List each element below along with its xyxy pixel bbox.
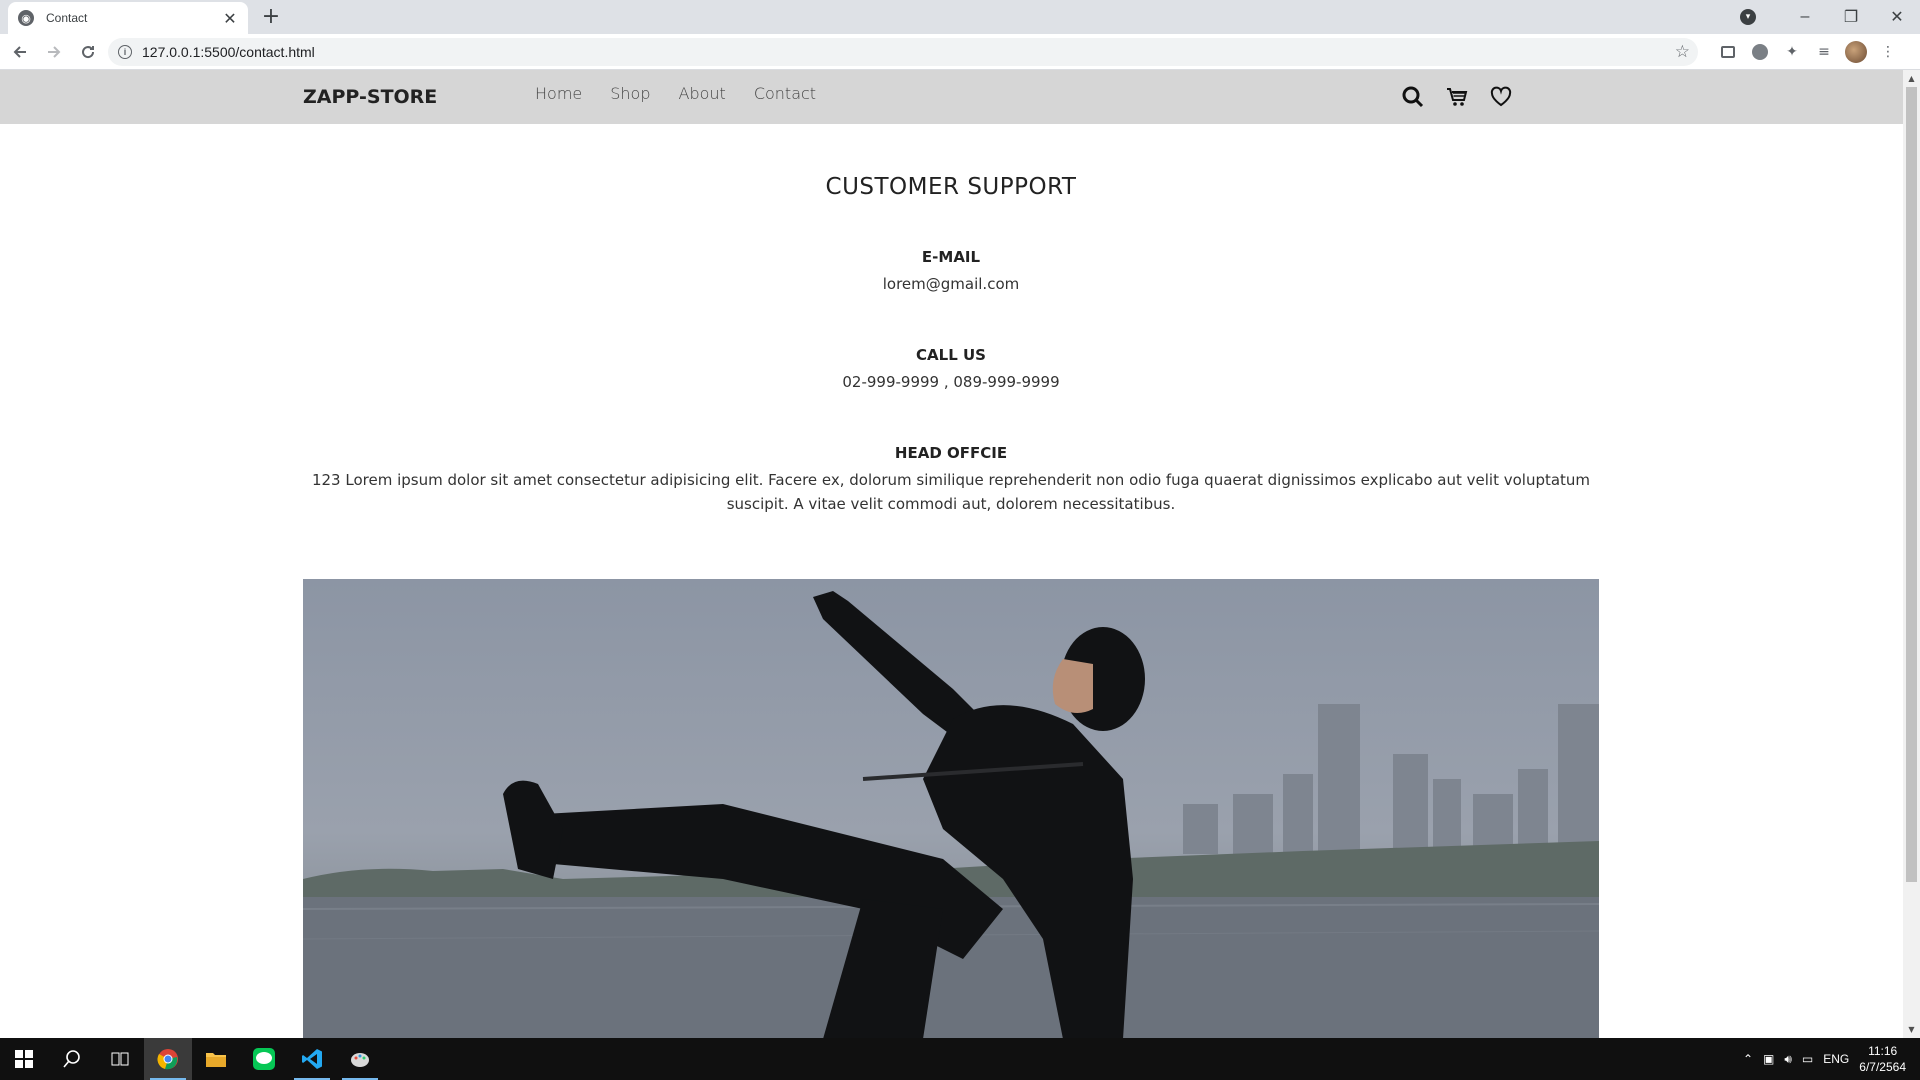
tab-title: Contact bbox=[46, 11, 88, 25]
taskbar-vscode[interactable] bbox=[288, 1038, 336, 1080]
search-taskbar-button[interactable] bbox=[48, 1038, 96, 1080]
taskbar-file-explorer[interactable] bbox=[192, 1038, 240, 1080]
folder-icon bbox=[206, 1053, 226, 1067]
puzzle-extensions-icon[interactable]: ✦ bbox=[1780, 40, 1804, 64]
cart-icon[interactable] bbox=[1444, 84, 1470, 110]
windows-logo-icon bbox=[15, 1050, 33, 1068]
email-section: E-MAIL lorem@gmail.com bbox=[303, 248, 1599, 296]
chrome-icon bbox=[157, 1049, 178, 1070]
line-app-icon bbox=[253, 1048, 275, 1070]
volume-icon[interactable]: 🔊︎ bbox=[1784, 1052, 1792, 1067]
nav-link-home[interactable]: Home bbox=[535, 84, 582, 103]
reload-button[interactable] bbox=[74, 38, 102, 66]
bookmark-star-icon[interactable]: ☆ bbox=[1675, 42, 1690, 62]
profile-avatar[interactable] bbox=[1844, 40, 1868, 64]
site-header: ZAPP-STORE Home Shop About Contact bbox=[0, 70, 1903, 124]
nav-link-contact[interactable]: Contact bbox=[754, 84, 816, 103]
forward-button[interactable] bbox=[40, 38, 68, 66]
paint-icon bbox=[351, 1053, 369, 1067]
scrollbar-thumb[interactable] bbox=[1906, 87, 1917, 882]
browser-tab[interactable]: ◉ Contact ✕ bbox=[8, 2, 248, 34]
page-scrollbar[interactable]: ▲ ▼ bbox=[1903, 70, 1920, 1038]
office-heading: HEAD OFFCIE bbox=[894, 444, 1008, 462]
close-tab-icon[interactable]: ✕ bbox=[222, 9, 238, 28]
search-icon bbox=[63, 1050, 80, 1068]
header-icons bbox=[1400, 84, 1532, 110]
image-extension-icon[interactable] bbox=[1716, 40, 1740, 64]
taskbar-line[interactable] bbox=[240, 1038, 288, 1080]
browser-tab-strip: ◉ Contact ✕ + ▾ – ❐ ✕ bbox=[0, 0, 1920, 34]
reading-list-icon[interactable]: ≡ bbox=[1812, 40, 1836, 64]
page-viewport: ZAPP-STORE Home Shop About Contact CUSTO… bbox=[0, 70, 1920, 1038]
task-view-icon bbox=[111, 1052, 129, 1066]
start-button[interactable] bbox=[0, 1038, 48, 1080]
clock-time: 11:16 bbox=[1868, 1044, 1898, 1058]
call-heading: CALL US bbox=[916, 346, 986, 364]
contact-content: CUSTOMER SUPPORT E-MAIL lorem@gmail.com … bbox=[303, 124, 1599, 516]
tray-overflow-icon[interactable]: ⌃ bbox=[1743, 1052, 1753, 1066]
address-bar[interactable]: i 127.0.0.1:5500/contact.html ☆ bbox=[108, 38, 1698, 66]
back-button[interactable] bbox=[6, 38, 34, 66]
browser-menu-icon[interactable]: ⋮ bbox=[1876, 40, 1900, 64]
email-value: lorem@gmail.com bbox=[882, 275, 1020, 293]
globe-icon: ◉ bbox=[18, 10, 34, 26]
close-window-button[interactable]: ✕ bbox=[1874, 0, 1920, 34]
nav-link-shop[interactable]: Shop bbox=[610, 84, 650, 103]
new-tab-button[interactable]: + bbox=[258, 4, 284, 30]
browser-toolbar: i 127.0.0.1:5500/contact.html ☆ ✦ ≡ ⋮ bbox=[0, 34, 1920, 70]
office-section: HEAD OFFCIE 123 Lorem ipsum dolor sit am… bbox=[303, 444, 1599, 516]
scroll-up-icon[interactable]: ▲ bbox=[1903, 70, 1920, 87]
extension-icon[interactable] bbox=[1748, 40, 1772, 64]
system-tray: ⌃ ▣ 🔊︎ ▭ ENG 11:16 6/7/2564 bbox=[1743, 1038, 1920, 1080]
heart-icon[interactable] bbox=[1488, 84, 1514, 110]
task-view-button[interactable] bbox=[96, 1038, 144, 1080]
url-text[interactable]: 127.0.0.1:5500/contact.html bbox=[142, 44, 1675, 60]
scroll-down-icon[interactable]: ▼ bbox=[1903, 1021, 1920, 1038]
taskbar-clock[interactable]: 11:16 6/7/2564 bbox=[1859, 1043, 1906, 1075]
tab-search-icon[interactable]: ▾ bbox=[1740, 9, 1756, 25]
back-arrow-icon bbox=[13, 45, 26, 58]
email-heading: E-MAIL bbox=[921, 248, 981, 266]
language-indicator[interactable]: ENG bbox=[1823, 1052, 1849, 1066]
windows-taskbar: ⌃ ▣ 🔊︎ ▭ ENG 11:16 6/7/2564 bbox=[0, 1038, 1920, 1080]
restore-button[interactable]: ❐ bbox=[1828, 0, 1874, 34]
network-icon[interactable]: ▭ bbox=[1802, 1052, 1813, 1066]
security-icon[interactable]: ▣ bbox=[1763, 1052, 1774, 1066]
taskbar-paint-app[interactable] bbox=[336, 1038, 384, 1080]
forward-arrow-icon bbox=[48, 45, 61, 58]
vscode-icon bbox=[302, 1049, 322, 1069]
extensions-area: ✦ ≡ ⋮ bbox=[1708, 40, 1900, 64]
window-controls: ▾ – ❐ ✕ bbox=[1740, 0, 1920, 34]
page-title: CUSTOMER SUPPORT bbox=[825, 174, 1077, 200]
phone-numbers: 02-999-9999 , 089-999-9999 bbox=[842, 373, 1060, 391]
clock-date: 6/7/2564 bbox=[1859, 1060, 1906, 1074]
search-icon[interactable] bbox=[1400, 84, 1426, 110]
taskbar-chrome[interactable] bbox=[144, 1038, 192, 1080]
call-section: CALL US 02-999-9999 , 089-999-9999 bbox=[303, 346, 1599, 394]
reload-icon bbox=[82, 45, 95, 58]
office-address: 123 Lorem ipsum dolor sit amet consectet… bbox=[311, 471, 1591, 513]
site-logo[interactable]: ZAPP-STORE bbox=[303, 86, 437, 108]
minimize-button[interactable]: – bbox=[1782, 0, 1828, 34]
site-info-icon[interactable]: i bbox=[118, 45, 132, 59]
main-menu: Home Shop About Contact bbox=[535, 84, 844, 103]
hero-photo bbox=[303, 579, 1599, 1038]
nav-link-about[interactable]: About bbox=[679, 84, 726, 103]
